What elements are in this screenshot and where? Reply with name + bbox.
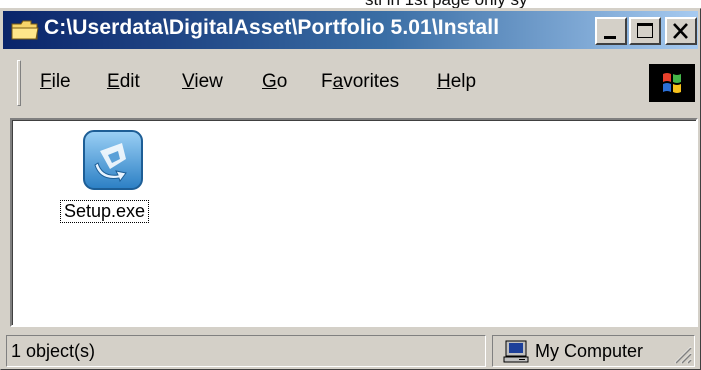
status-zone-label: My Computer: [535, 341, 644, 361]
status-object-count: 1 object(s): [11, 341, 96, 361]
folder-content-area[interactable]: Setup.exe: [10, 118, 698, 327]
minimize-icon: [604, 36, 616, 39]
resize-grip-icon[interactable]: [670, 342, 692, 364]
explorer-window: C:\Userdata\DigitalAsset\Portfolio 5.01\…: [0, 8, 701, 370]
setup-installer-icon: [83, 130, 143, 190]
close-icon: [673, 23, 688, 39]
status-count-pane: 1 object(s): [6, 335, 486, 367]
title-bar[interactable]: C:\Userdata\DigitalAsset\Portfolio 5.01\…: [3, 11, 698, 49]
menu-view[interactable]: View: [182, 71, 223, 93]
minimize-button[interactable]: [595, 17, 627, 45]
toolbar-grip[interactable]: [17, 60, 21, 106]
status-zone-pane: My Computer: [492, 335, 695, 367]
maximize-icon: [637, 23, 653, 38]
close-button[interactable]: [665, 17, 697, 45]
my-computer-icon: [503, 340, 529, 363]
menu-file[interactable]: File: [40, 71, 71, 93]
maximize-button[interactable]: [629, 17, 661, 45]
file-name-label[interactable]: Setup.exe: [60, 200, 150, 223]
status-bar: 1 object(s) My Computer: [3, 334, 698, 369]
menu-bar: File Edit View Go Favorites Help: [3, 49, 698, 117]
menu-help[interactable]: Help: [437, 71, 476, 93]
menu-go[interactable]: Go: [262, 71, 287, 93]
menu-favorites[interactable]: Favorites: [321, 71, 399, 93]
windows-flag-icon: [663, 73, 681, 93]
windows-logo: [649, 64, 695, 102]
window-title: C:\Userdata\DigitalAsset\Portfolio 5.01\…: [44, 16, 500, 39]
menu-edit[interactable]: Edit: [107, 71, 140, 93]
folder-icon: [11, 20, 39, 40]
